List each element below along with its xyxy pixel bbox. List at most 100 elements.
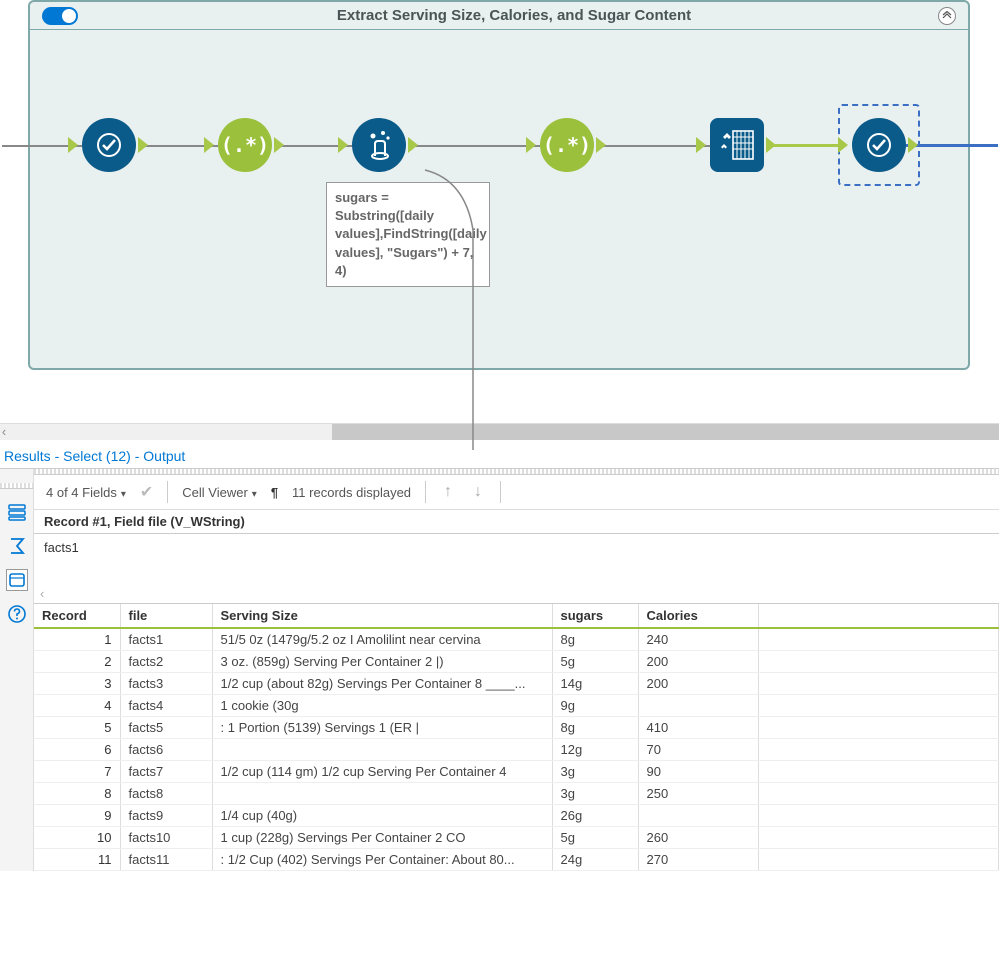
cell-calories[interactable] (638, 805, 758, 827)
cell-record[interactable]: 3 (34, 673, 120, 695)
input-anchor[interactable] (68, 137, 80, 153)
table-row[interactable]: 2facts23 oz. (859g) Serving Per Containe… (34, 651, 999, 673)
cell-serving[interactable]: 1/2 cup (about 82g) Servings Per Contain… (212, 673, 552, 695)
output-anchor[interactable] (274, 137, 286, 153)
cell-record[interactable]: 1 (34, 628, 120, 651)
cell-file[interactable]: facts3 (120, 673, 212, 695)
cell-calories[interactable]: 200 (638, 651, 758, 673)
cell-calories[interactable]: 250 (638, 783, 758, 805)
scroll-left-icon[interactable]: ‹ (40, 586, 44, 601)
cell-sugars[interactable]: 12g (552, 739, 638, 761)
pilcrow-icon[interactable]: ¶ (271, 485, 278, 500)
cell-calories[interactable]: 260 (638, 827, 758, 849)
cell-serving[interactable]: 1 cup (228g) Servings Per Container 2 CO (212, 827, 552, 849)
cell-file[interactable]: facts11 (120, 849, 212, 871)
cell-serving[interactable]: 1 cookie (30g (212, 695, 552, 717)
output-anchor[interactable] (138, 137, 150, 153)
apply-icon[interactable]: ✔ (140, 482, 153, 502)
cell-sugars[interactable]: 5g (552, 827, 638, 849)
cell-record[interactable]: 8 (34, 783, 120, 805)
table-row[interactable]: 10facts101 cup (228g) Servings Per Conta… (34, 827, 999, 849)
cell-serving[interactable]: : 1 Portion (5139) Servings 1 (ER | (212, 717, 552, 739)
workflow-area[interactable]: (.*) (.*) (30, 30, 968, 370)
table-row[interactable]: 4facts41 cookie (30g9g (34, 695, 999, 717)
cell-record[interactable]: 9 (34, 805, 120, 827)
cell-serving[interactable]: : 1/2 Cup (402) Servings Per Container: … (212, 849, 552, 871)
regex-tool[interactable]: (.*) (218, 118, 272, 172)
cell-serving[interactable]: 51/5 0z (1479g/5.2 oz I Amolilint near c… (212, 628, 552, 651)
cell-calories[interactable]: 90 (638, 761, 758, 783)
cell-serving[interactable]: 1/2 cup (114 gm) 1/2 cup Serving Per Con… (212, 761, 552, 783)
summary-tab-icon[interactable] (6, 535, 28, 557)
cell-calories[interactable]: 270 (638, 849, 758, 871)
cell-file[interactable]: facts5 (120, 717, 212, 739)
cell-sugars[interactable]: 3g (552, 761, 638, 783)
cell-calories[interactable]: 200 (638, 673, 758, 695)
input-anchor[interactable] (696, 137, 708, 153)
table-row[interactable]: 6facts6 12g70 (34, 739, 999, 761)
cell-record[interactable]: 11 (34, 849, 120, 871)
col-header-serving[interactable]: Serving Size (212, 604, 552, 628)
cell-file[interactable]: facts10 (120, 827, 212, 849)
table-row[interactable]: 1facts151/5 0z (1479g/5.2 oz I Amolilint… (34, 628, 999, 651)
collapse-icon[interactable] (938, 7, 956, 25)
tool-container[interactable]: Extract Serving Size, Calories, and Suga… (28, 0, 970, 370)
cell-sugars[interactable]: 8g (552, 628, 638, 651)
cell-record[interactable]: 5 (34, 717, 120, 739)
formula-tool[interactable] (352, 118, 406, 172)
cell-serving[interactable] (212, 783, 552, 805)
select-tool[interactable] (852, 118, 906, 172)
input-anchor[interactable] (338, 137, 350, 153)
table-row[interactable]: 8facts8 3g250 (34, 783, 999, 805)
cell-sugars[interactable]: 5g (552, 651, 638, 673)
col-header-file[interactable]: file (120, 604, 212, 628)
cell-file[interactable]: facts1 (120, 628, 212, 651)
table-row[interactable]: 5facts5: 1 Portion (5139) Servings 1 (ER… (34, 717, 999, 739)
container-toggle[interactable] (42, 7, 78, 25)
table-row[interactable]: 3facts31/2 cup (about 82g) Servings Per … (34, 673, 999, 695)
col-header-record[interactable]: Record (34, 604, 120, 628)
input-anchor[interactable] (204, 137, 216, 153)
fields-dropdown[interactable]: 4 of 4 Fields▾ (46, 485, 126, 500)
table-row[interactable]: 7facts71/2 cup (114 gm) 1/2 cup Serving … (34, 761, 999, 783)
cell-file[interactable]: facts7 (120, 761, 212, 783)
next-record-icon[interactable]: ↓ (470, 483, 486, 501)
cell-record[interactable]: 7 (34, 761, 120, 783)
output-anchor[interactable] (408, 137, 420, 153)
cell-sugars[interactable]: 3g (552, 783, 638, 805)
cell-serving[interactable]: 1/4 cup (40g) (212, 805, 552, 827)
prev-record-icon[interactable]: ↑ (440, 483, 456, 501)
cell-record[interactable]: 6 (34, 739, 120, 761)
cell-sugars[interactable]: 14g (552, 673, 638, 695)
cell-sugars[interactable]: 9g (552, 695, 638, 717)
cell-file[interactable]: facts4 (120, 695, 212, 717)
col-header-sugars[interactable]: sugars (552, 604, 638, 628)
cell-record[interactable]: 4 (34, 695, 120, 717)
data-tab-icon[interactable] (6, 569, 28, 591)
cell-calories[interactable] (638, 695, 758, 717)
cell-sugars[interactable]: 24g (552, 849, 638, 871)
output-anchor[interactable] (766, 137, 778, 153)
table-row[interactable]: 9facts91/4 cup (40g)26g (34, 805, 999, 827)
results-table[interactable]: Record file Serving Size sugars Calories… (34, 604, 999, 871)
output-anchor[interactable] (908, 137, 920, 153)
workflow-canvas[interactable]: Extract Serving Size, Calories, and Suga… (0, 0, 999, 423)
cell-record[interactable]: 2 (34, 651, 120, 673)
cell-file[interactable]: facts2 (120, 651, 212, 673)
cell-calories[interactable]: 70 (638, 739, 758, 761)
cell-record[interactable]: 10 (34, 827, 120, 849)
cell-file[interactable]: facts9 (120, 805, 212, 827)
cell-file[interactable]: facts8 (120, 783, 212, 805)
input-anchor[interactable] (838, 137, 850, 153)
cell-calories[interactable]: 410 (638, 717, 758, 739)
input-anchor[interactable] (526, 137, 538, 153)
help-tab-icon[interactable] (6, 603, 28, 625)
regex-tool[interactable]: (.*) (540, 118, 594, 172)
cell-sugars[interactable]: 8g (552, 717, 638, 739)
cell-serving[interactable] (212, 739, 552, 761)
cell-file[interactable]: facts6 (120, 739, 212, 761)
col-header-calories[interactable]: Calories (638, 604, 758, 628)
select-tool[interactable] (82, 118, 136, 172)
table-row[interactable]: 11facts11: 1/2 Cup (402) Servings Per Co… (34, 849, 999, 871)
cell-serving[interactable]: 3 oz. (859g) Serving Per Container 2 |) (212, 651, 552, 673)
